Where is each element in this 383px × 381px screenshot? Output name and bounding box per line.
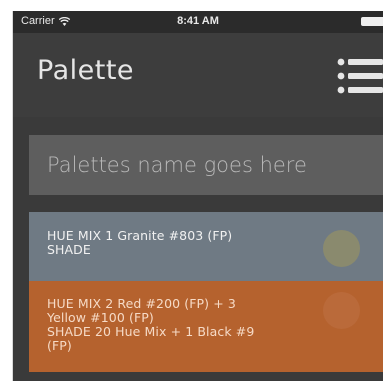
palette-item-line: SHADE xyxy=(47,242,91,257)
palette-list: HUE MIX 1 Granite #803 (FP) SHADE HUE MI… xyxy=(29,212,383,372)
navigation-bar: Palette xyxy=(13,33,383,117)
palette-item-line: HUE MIX 1 Granite #803 (FP) xyxy=(47,228,233,243)
palette-item-line: Yellow #100 (FP) xyxy=(47,310,154,325)
palette-item-line: (FP) xyxy=(47,338,72,353)
app-screen: Carrier 8:41 AM Palette Palettes name go… xyxy=(13,11,383,381)
palette-item-line: HUE MIX 2 Red #200 (FP) + 3 xyxy=(47,296,236,311)
battery-icon xyxy=(361,17,383,26)
status-time: 8:41 AM xyxy=(177,15,219,27)
color-swatch[interactable] xyxy=(323,230,360,267)
palette-list-item[interactable]: HUE MIX 1 Granite #803 (FP) SHADE xyxy=(29,212,383,281)
palette-name-input[interactable] xyxy=(29,135,383,195)
page-title: Palette xyxy=(37,55,135,86)
palette-list-item[interactable]: HUE MIX 2 Red #200 (FP) + 3 Yellow #100 … xyxy=(29,281,383,372)
color-swatch[interactable] xyxy=(323,292,360,329)
menu-button[interactable] xyxy=(333,56,383,98)
palette-item-line: SHADE 20 Hue Mix + 1 Black #9 xyxy=(47,324,255,339)
status-bar: Carrier 8:41 AM xyxy=(13,11,383,33)
list-menu-icon xyxy=(337,58,383,94)
palette-editor: HUE MIX 1 Granite #803 (FP) SHADE HUE MI… xyxy=(13,117,383,381)
